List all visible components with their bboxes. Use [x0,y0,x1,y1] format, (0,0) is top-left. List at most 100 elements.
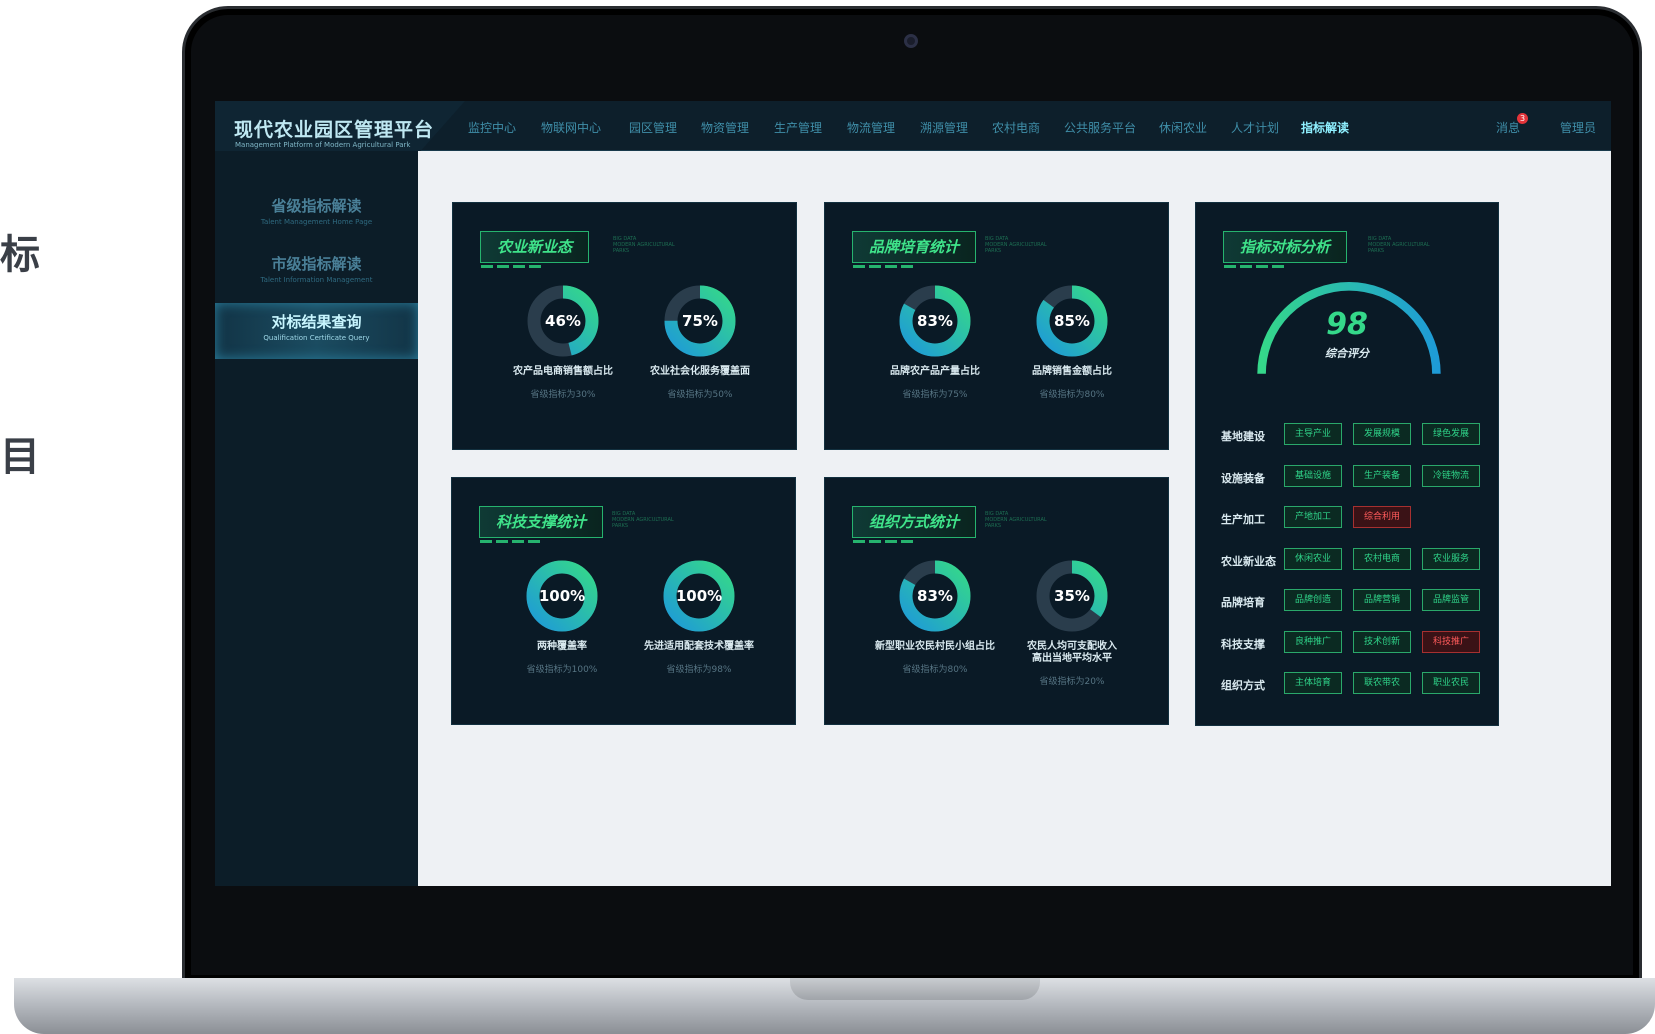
sidebar-item-label: 对标结果查询 [271,313,362,331]
indicator-row-label: 科技支撑 [1221,637,1265,651]
nav-item-10[interactable]: 休闲农业 [1159,119,1207,136]
donut-percent: 75% [682,312,718,330]
sidebar-item-sub: Talent Management Home Page [260,218,373,226]
indicator-tag[interactable]: 主导产业 [1284,423,1342,445]
donut-percent: 85% [1054,312,1090,330]
indicator-tag-warning[interactable]: 科技推广 [1422,630,1480,653]
donut-chart: 100% [659,556,739,636]
nav-item-11[interactable]: 人才计划 [1231,119,1279,136]
donut-percent: 35% [1054,587,1090,605]
indicator-tag[interactable]: 生产装备 [1353,464,1411,487]
camera-icon [904,34,918,48]
indicator-tag[interactable]: 职业农民 [1422,672,1480,694]
nav-item-12[interactable]: 指标解读 [1301,119,1349,136]
nav-item-6[interactable]: 物流管理 [847,119,895,136]
donut-percent: 100% [538,587,586,605]
user-menu[interactable]: 管理员 [1560,119,1596,136]
panel-title: 科技支撑统计 [479,506,604,538]
indicator-tag[interactable]: 良种推广 [1284,630,1342,653]
panel-title-decoration [853,265,913,268]
screen: 现代农业园区管理平台 Management Platform of Modern… [215,101,1611,886]
messages-link[interactable]: 消息 [1496,119,1520,136]
panel-tag-text: BIG DATA MODERN AGRICULTURAL PARKS [985,236,1047,254]
nav-item-5[interactable]: 生产管理 [774,119,822,136]
indicator-tag[interactable]: 发展规模 [1353,423,1411,445]
nav-item-8[interactable]: 农村电商 [992,119,1040,136]
indicator-tag[interactable]: 休闲农业 [1284,547,1342,570]
indicator-row-label: 品牌培育 [1221,596,1265,609]
score-label: 综合评分 [1325,347,1369,360]
donut-label: 农民人均可支配收入 高出当地平均水平 [1027,641,1117,664]
edge-text-1: 标 [0,232,40,278]
message-count-badge: 3 [1517,113,1528,124]
panel-title-decoration [853,540,913,543]
donut-sub-label: 省级指标为50% [667,390,733,400]
sidebar-item-sub: Talent Information Management [260,276,373,284]
nav-item-9[interactable]: 公共服务平台 [1064,119,1136,136]
panel-title: 组织方式统计 [852,506,977,538]
stat-panel: 组织方式统计 BIG DATA MODERN AGRICULTURAL PARKS 83… [824,477,1169,725]
donut-percent: 100% [675,587,723,605]
panel-title-decoration [481,265,541,268]
indicator-row-label: 基地建设 [1221,430,1265,443]
stat-panel: 品牌培育统计 BIG DATA MODERN AGRICULTURAL PARKS 83… [824,202,1169,450]
indicator-tag[interactable]: 产地加工 [1284,506,1342,528]
donut-sub-label: 省级指标为20% [1039,677,1105,687]
indicator-row-label: 设施装备 [1221,471,1265,485]
indicator-tag[interactable]: 品牌监管 [1422,589,1480,611]
panel-title-decoration [1224,265,1284,268]
panel-title-decoration [480,540,540,543]
sidebar-item-provincial[interactable]: 省级指标解读 Talent Management Home Page [215,187,418,243]
sidebar-item-benchmark[interactable]: 对标结果查询 Qualification Certificate Query [215,303,418,359]
sidebar: 省级指标解读 Talent Management Home Page 市级指标解… [215,151,418,886]
donut-percent: 83% [917,312,953,330]
nav-item-7[interactable]: 溯源管理 [920,119,968,136]
donut-chart: 83% [895,281,975,361]
donut-percent: 83% [917,587,953,605]
indicator-tag[interactable]: 联农带农 [1353,672,1411,694]
indicator-tag[interactable]: 冷链物流 [1422,464,1480,487]
indicator-tag[interactable]: 品牌创造 [1284,589,1342,611]
sidebar-item-municipal[interactable]: 市级指标解读 Talent Information Management [215,245,418,301]
donut-label: 先进适用配套技术覆盖率 [644,641,754,652]
sidebar-item-label: 市级指标解读 [271,255,362,273]
donut-chart: 35% [1032,556,1112,636]
donut-label: 品牌销售金额占比 [1032,366,1112,377]
stat-panel: 科技支撑统计 BIG DATA MODERN AGRICULTURAL PARKS 10… [451,477,796,725]
panel-tag-text: BIG DATA MODERN AGRICULTURAL PARKS [1368,236,1430,254]
indicator-row-label: 生产加工 [1221,513,1265,526]
sidebar-item-label: 省级指标解读 [271,197,362,215]
score-value: 98 [1326,307,1368,342]
analysis-panel: 指标对标分析 BIG DATA MODERN AGRICULTURAL PARKS 98… [1195,202,1499,726]
laptop-notch [790,978,1040,1000]
donut-label: 农业社会化服务覆盖面 [650,366,750,377]
panel-tag-text: BIG DATA MODERN AGRICULTURAL PARKS [985,511,1047,529]
panel-title: 指标对标分析 [1223,231,1348,263]
donut-chart: 100% [522,556,602,636]
donut-sub-label: 省级指标为98% [666,665,732,675]
nav-item-4[interactable]: 物资管理 [701,119,749,136]
indicator-tag[interactable]: 绿色发展 [1422,423,1480,445]
indicator-tag[interactable]: 农村电商 [1353,547,1411,570]
indicator-tag[interactable]: 农业服务 [1422,547,1480,570]
indicator-tag[interactable]: 品牌营销 [1353,589,1411,611]
edge-text-2: 目 [0,434,40,480]
donut-chart: 83% [895,556,975,636]
nav-item-1[interactable]: 监控中心 [468,119,516,136]
indicator-tag[interactable]: 基础设施 [1284,464,1342,487]
donut-chart: 85% [1032,281,1112,361]
indicator-tag[interactable]: 技术创新 [1353,630,1411,653]
sidebar-item-sub: Qualification Certificate Query [263,334,370,342]
stat-panel: 农业新业态 BIG DATA MODERN AGRICULTURAL PARKS 46%… [452,202,797,450]
content-area: 农业新业态 BIG DATA MODERN AGRICULTURAL PARKS 46%… [418,151,1611,886]
indicator-tag[interactable]: 主体培育 [1284,672,1342,694]
donut-chart: 46% [523,281,603,361]
nav-item-3[interactable]: 园区管理 [629,119,677,136]
indicator-tag-warning[interactable]: 综合利用 [1353,506,1411,528]
panel-tag-text: BIG DATA MODERN AGRICULTURAL PARKS [613,236,675,254]
panel-title: 农业新业态 [480,231,590,263]
indicator-row-label: 组织方式 [1221,679,1265,692]
panel-tag-text: BIG DATA MODERN AGRICULTURAL PARKS [612,511,674,529]
nav-item-2[interactable]: 物联网中心 [541,119,601,136]
donut-chart: 75% [660,281,740,361]
